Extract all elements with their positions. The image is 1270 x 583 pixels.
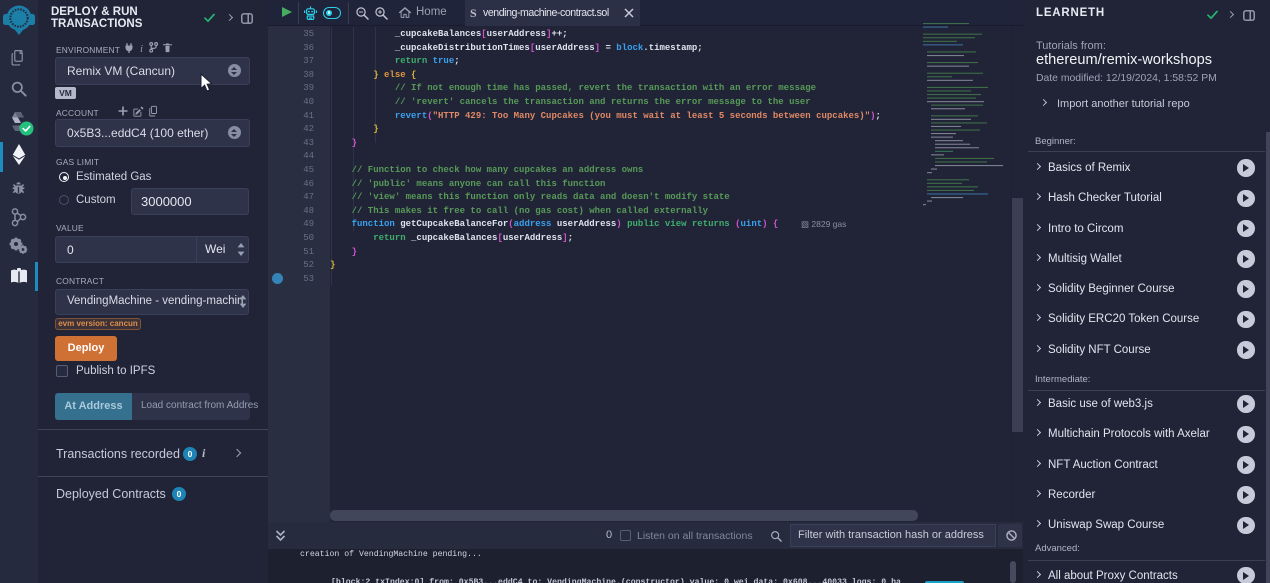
svg-text:i: i	[140, 44, 143, 53]
